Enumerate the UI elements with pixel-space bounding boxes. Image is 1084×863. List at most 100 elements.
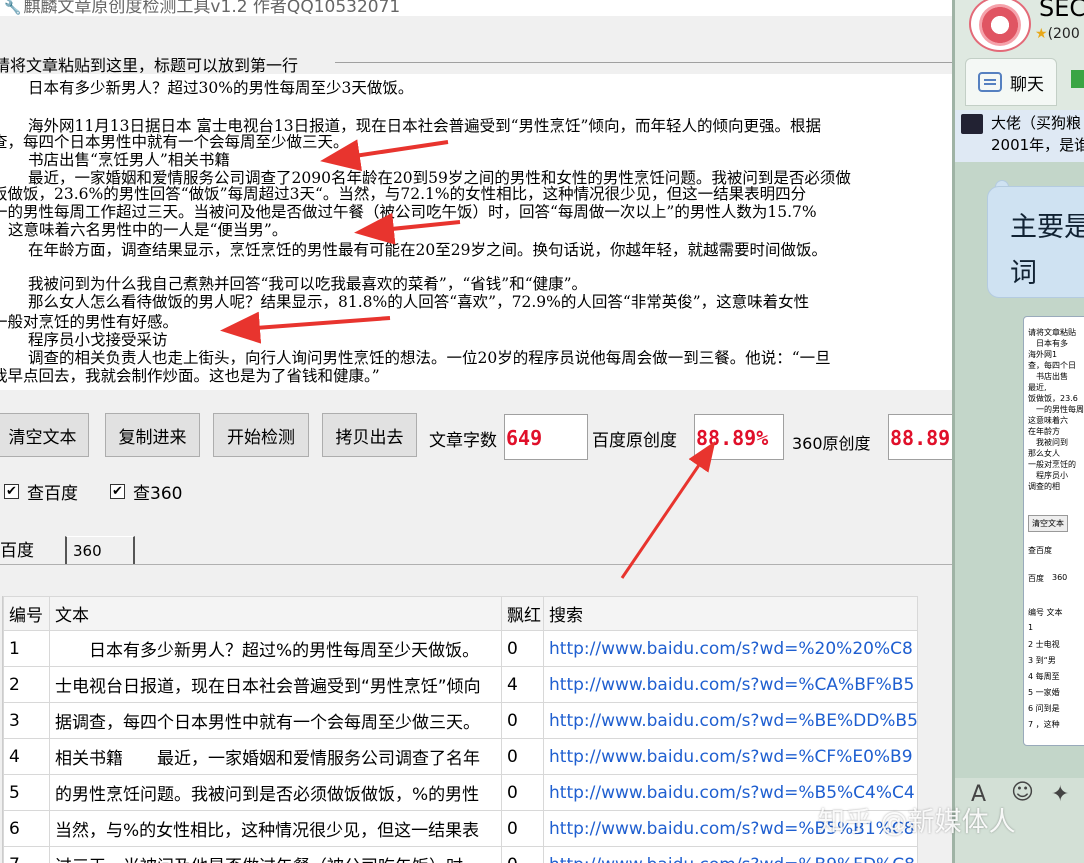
input-group-label: 请将文章粘贴到这里，标题可以放到第一行: [0, 56, 299, 75]
thumb-line: 请将文章粘贴: [1028, 328, 1076, 337]
table-row[interactable]: 7过三天。当被问及他是否做过午餐（被公司吃午饭）时，0http://www.ba…: [3, 846, 918, 863]
window-title: 麒麟文章原创度检测工具v1.2 作者QQ10532071: [23, 0, 401, 17]
table-row[interactable]: 4 相关书籍 最近，一家婚姻和爱情服务公司调查了名年 0 http://www.bai…: [3, 738, 918, 775]
thumb-row: 3 到“男: [1028, 656, 1056, 665]
thumb-row: 7 ，这种: [1028, 720, 1060, 729]
checker-window: 🔧 麒麟文章原创度检测工具v1.2 作者QQ10532071 请将文章粘贴到这里，…: [0, 0, 952, 863]
article-line: 书店出售“烹饪男人”相关书籍: [28, 151, 230, 169]
thumb-row: 2 士电视: [1028, 640, 1060, 649]
col-header-text[interactable]: 文本: [49, 596, 502, 631]
app-icon[interactable]: [1071, 70, 1084, 88]
screenshot-thumbnail[interactable]: 请将文章粘贴 日本有多 海外网1 查，每四个日 书店出售 最近, 饭做饭，23.6 一的男性每…: [1023, 316, 1084, 746]
cell-id: 4: [3, 738, 50, 775]
article-line: 我被问到为什么我自己煮熟并回答“我可以吃我最喜欢的菜肴”，“省钱”和“健康”。: [28, 275, 588, 293]
article-line: 一般对烹饪的男性有好感。: [0, 313, 179, 331]
cell-text: 日本有多少新男人？超过%的男性每周至少天做饭。: [49, 630, 502, 667]
cell-text: 相关书籍 最近，一家婚姻和爱情服务公司调查了名年: [49, 738, 502, 775]
cell-red-count: 0: [501, 774, 544, 811]
chat-bubble-icon: [978, 72, 1002, 92]
cell-search-url[interactable]: http://www.baidu.com/s?wd=%BE%DD%B5: [543, 702, 918, 739]
table-row[interactable]: 2 士电视台日报道，现在日本社会普遍受到“男性烹饪”倾向 4 http://www.b…: [3, 666, 918, 703]
cell-search-url[interactable]: http://www.baidu.com/s?wd=%CA%BF%B5: [543, 666, 918, 703]
article-line: 我早点回去，我就会制作炒面。这也是为了省钱和健康。”: [0, 367, 380, 385]
flower-icon: [979, 4, 1021, 46]
article-textarea[interactable]: 日本有多少新男人？超过30%的男性每周至少3天做饭。 海外网11月13日据日本 …: [0, 74, 952, 390]
tab-360[interactable]: 360: [65, 536, 135, 564]
cell-id: 2: [3, 666, 50, 703]
table-row[interactable]: 3 据调查，每四个日本男性中就有一个会每周至少做三天。 0 http://www.ba…: [3, 702, 918, 739]
cell-search-url[interactable]: http://www.baidu.com/s?wd=%B9%FD%C8: [543, 846, 918, 863]
watermark: 知乎 @新媒体人: [818, 807, 1016, 838]
thumb-line: 这意味着六: [1028, 416, 1068, 425]
col-header-id[interactable]: 编号: [3, 596, 50, 631]
cell-id: 7: [3, 846, 50, 863]
thumb-tab: 360: [1052, 573, 1068, 582]
check-baidu-checkbox[interactable]: ✔: [4, 484, 19, 499]
thumb-line: 最近,: [1028, 383, 1047, 392]
article-line: 日本有多少新男人？超过30%的男性每周至少3天做饭。: [28, 79, 414, 97]
check-baidu-option[interactable]: ✔ 查百度: [4, 479, 78, 504]
avatar[interactable]: [969, 0, 1031, 52]
article-line: 调查的相关负责人也走上街头，向行人询问男性烹饪的想法。一位20岁的程序员说他每周…: [28, 349, 831, 367]
tab-baidu[interactable]: 百度: [0, 536, 34, 561]
cell-search-url[interactable]: http://www.baidu.com/s?wd=%20%20%C8: [543, 630, 918, 667]
article-line: 这意味着六名男性中的一人是“便当男”。: [8, 221, 288, 239]
cell-search-url[interactable]: http://www.baidu.com/s?wd=%CF%E0%B9: [543, 738, 918, 775]
check-360-checkbox[interactable]: ✔: [110, 484, 125, 499]
tab-360-label: 360: [73, 542, 102, 560]
cell-red-count: 4: [501, 666, 544, 703]
cell-text: 当然，与%的女性相比，这种情况很少见，但这一结果表: [49, 810, 502, 847]
cell-red-count: 0: [501, 630, 544, 667]
group-notice[interactable]: 大佬（买狗粮 2001年，是谁: [955, 110, 1084, 162]
message-bubble: 主要是 词: [987, 186, 1084, 298]
col-header-search[interactable]: 搜索: [543, 596, 918, 631]
thumb-row: 4 每周至: [1028, 672, 1060, 681]
article-line: 程序员小戈接受采访: [28, 331, 168, 349]
thumb-line: 饭做饭，23.6: [1028, 394, 1078, 403]
table-row[interactable]: 5 的男性烹饪问题。我被问到是否必须做饭做饭，%的男性 0 http://www.ba…: [3, 774, 918, 811]
360-originality-value: 88.89: [888, 414, 952, 460]
article-line: 查，每四个日本男性中就有一个会每周至少做三天。: [0, 133, 349, 151]
thumb-line: 程序员小: [1036, 471, 1068, 480]
table-row[interactable]: 6 当然，与%的女性相比，这种情况很少见，但这一结果表 0 http://www.ba…: [3, 810, 918, 847]
thumb-line: 查，每四个日: [1028, 361, 1076, 370]
tab-divider: [0, 564, 952, 565]
thumb-line: 海外网1: [1028, 350, 1058, 359]
table-row[interactable]: 1 日本有多少新男人？超过%的男性每周至少天做饭。 0 http://www.bai…: [3, 630, 918, 667]
title-bar: 🔧 麒麟文章原创度检测工具v1.2 作者QQ10532071: [0, 0, 952, 17]
paste-in-button[interactable]: 复制进来: [105, 413, 200, 457]
thumb-button: 清空文本: [1028, 515, 1068, 532]
clear-text-button[interactable]: 清空文本: [0, 413, 89, 457]
app-icon: 🔧: [4, 0, 22, 16]
notice-avatar-icon: [961, 114, 983, 134]
thumb-check: 查百度: [1028, 546, 1052, 555]
tab-chat-label: 聊天: [1010, 74, 1044, 95]
tab-chat[interactable]: 聊天: [965, 58, 1057, 106]
thumb-line: 那么女人: [1028, 449, 1060, 458]
cell-id: 6: [3, 810, 50, 847]
cell-id: 5: [3, 774, 50, 811]
notice-line: 2001年，是谁: [991, 136, 1084, 154]
cell-id: 3: [3, 702, 50, 739]
article-line: 饭做饭，23.6%的男性回答“做饭”每周超过3天“。当然，与72.1%的女性相比…: [0, 185, 807, 203]
word-count-label: 文章字数: [429, 431, 497, 451]
start-check-button[interactable]: 开始检测: [213, 413, 309, 457]
thumb-row: 6 问到是: [1028, 704, 1060, 713]
result-tabs: 百度 360: [0, 534, 952, 565]
thumb-row: 编号 文本: [1028, 608, 1063, 617]
col-header-red[interactable]: 飘红: [501, 596, 544, 631]
qq-level: ★(200: [1035, 26, 1080, 42]
article-line: 在年龄方面，调查结果显示，烹饪烹饪的男性最有可能在20至29岁之间。换句话说，你…: [28, 241, 827, 259]
cell-id: 1: [3, 630, 50, 667]
copy-out-button[interactable]: 拷贝出去: [322, 413, 417, 457]
360-originality-label: 360原创度: [792, 434, 871, 453]
cell-red-count: 0: [501, 738, 544, 775]
check-360-label: 查360: [133, 484, 183, 504]
check-360-option[interactable]: ✔ 查360: [110, 479, 182, 504]
cell-text: 士电视台日报道，现在日本社会普遍受到“男性烹饪”倾向: [49, 666, 502, 703]
pin-icon[interactable]: ✦: [1051, 782, 1069, 807]
thumb-row: 1: [1028, 623, 1034, 632]
thumb-line: 一般对烹饪的: [1028, 460, 1076, 469]
cell-red-count: 0: [501, 846, 544, 863]
word-count-value: 649: [504, 414, 588, 460]
